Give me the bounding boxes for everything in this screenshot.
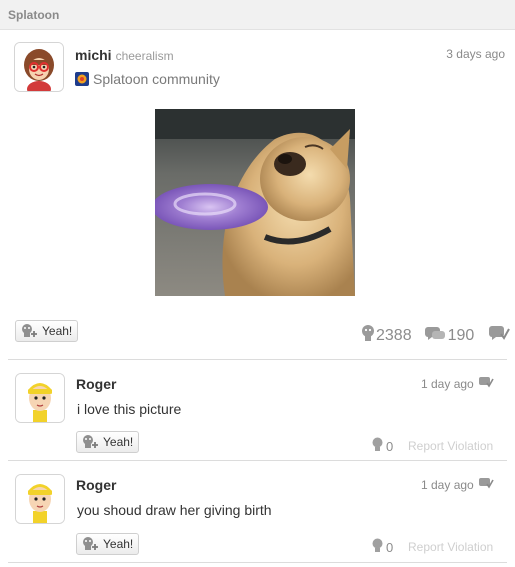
comment-timestamp[interactable]: 1 day ago [421, 478, 474, 492]
yeah-count-icon [360, 324, 376, 347]
post-yeah-button[interactable]: Yeah! [15, 320, 79, 342]
post-author-nickname: michi [75, 47, 112, 63]
yeah-count-icon [371, 437, 384, 455]
post-yeah-label: Yeah! [42, 324, 73, 338]
report-violation-link[interactable]: Report Violation [408, 540, 493, 554]
post-timestamp[interactable]: 3 days ago [446, 47, 505, 61]
post-stats: 2388 190 [360, 324, 511, 347]
comment-yeah-button[interactable]: Yeah! [76, 533, 140, 555]
community-title[interactable]: Splatoon [8, 8, 59, 22]
comment-text: i love this picture [77, 401, 182, 417]
yeah-add-icon [81, 536, 101, 552]
spoiler-report-icon[interactable] [478, 376, 494, 391]
yeah-count-icon [371, 538, 384, 556]
yeah-add-icon [81, 434, 101, 450]
mii-avatar-icon [15, 43, 63, 91]
comment-yeah-label: Yeah! [103, 435, 134, 449]
top-bar: Splatoon [0, 0, 515, 30]
yeah-add-icon [20, 323, 40, 339]
spoiler-report-icon[interactable] [488, 325, 511, 346]
comment-author-name[interactable]: Roger [76, 477, 116, 493]
post-image[interactable] [155, 109, 355, 296]
comment-yeah-count-group: 0 [371, 437, 393, 455]
comment-yeah-count: 0 [386, 539, 394, 555]
comment-author-avatar[interactable] [15, 373, 65, 423]
post-author-avatar[interactable] [14, 42, 64, 92]
mii-avatar-icon [16, 475, 64, 523]
community-name: Splatoon community [93, 71, 220, 87]
community-icon [75, 72, 89, 86]
comment-divider [8, 460, 507, 461]
comment-yeah-count: 0 [386, 438, 394, 454]
post-community-link[interactable]: Splatoon community [75, 71, 220, 87]
post-yeah-count: 2388 [376, 326, 412, 344]
comment-divider [8, 562, 507, 563]
post-divider [8, 359, 507, 360]
spoiler-report-icon[interactable] [478, 477, 494, 492]
comment-author-name[interactable]: Roger [76, 376, 116, 392]
comment-yeah-count-group: 0 [371, 538, 393, 556]
comment-author-avatar[interactable] [15, 474, 65, 524]
comment-timestamp-row: 1 day ago [421, 376, 494, 391]
comment-timestamp[interactable]: 1 day ago [421, 377, 474, 391]
comment-timestamp-row: 1 day ago [421, 477, 494, 492]
comment-yeah-label: Yeah! [103, 537, 134, 551]
mii-avatar-icon [16, 374, 64, 422]
dog-frisbee-image [155, 109, 355, 296]
post-author-id: cheeralism [115, 49, 174, 63]
report-violation-link[interactable]: Report Violation [408, 439, 493, 453]
comment-text: you shoud draw her giving birth [77, 502, 272, 518]
post-author-name[interactable]: michi cheeralism [75, 47, 174, 63]
post-comment-count: 190 [447, 326, 475, 344]
comment-count-icon [424, 325, 446, 346]
comment-yeah-button[interactable]: Yeah! [76, 431, 140, 453]
